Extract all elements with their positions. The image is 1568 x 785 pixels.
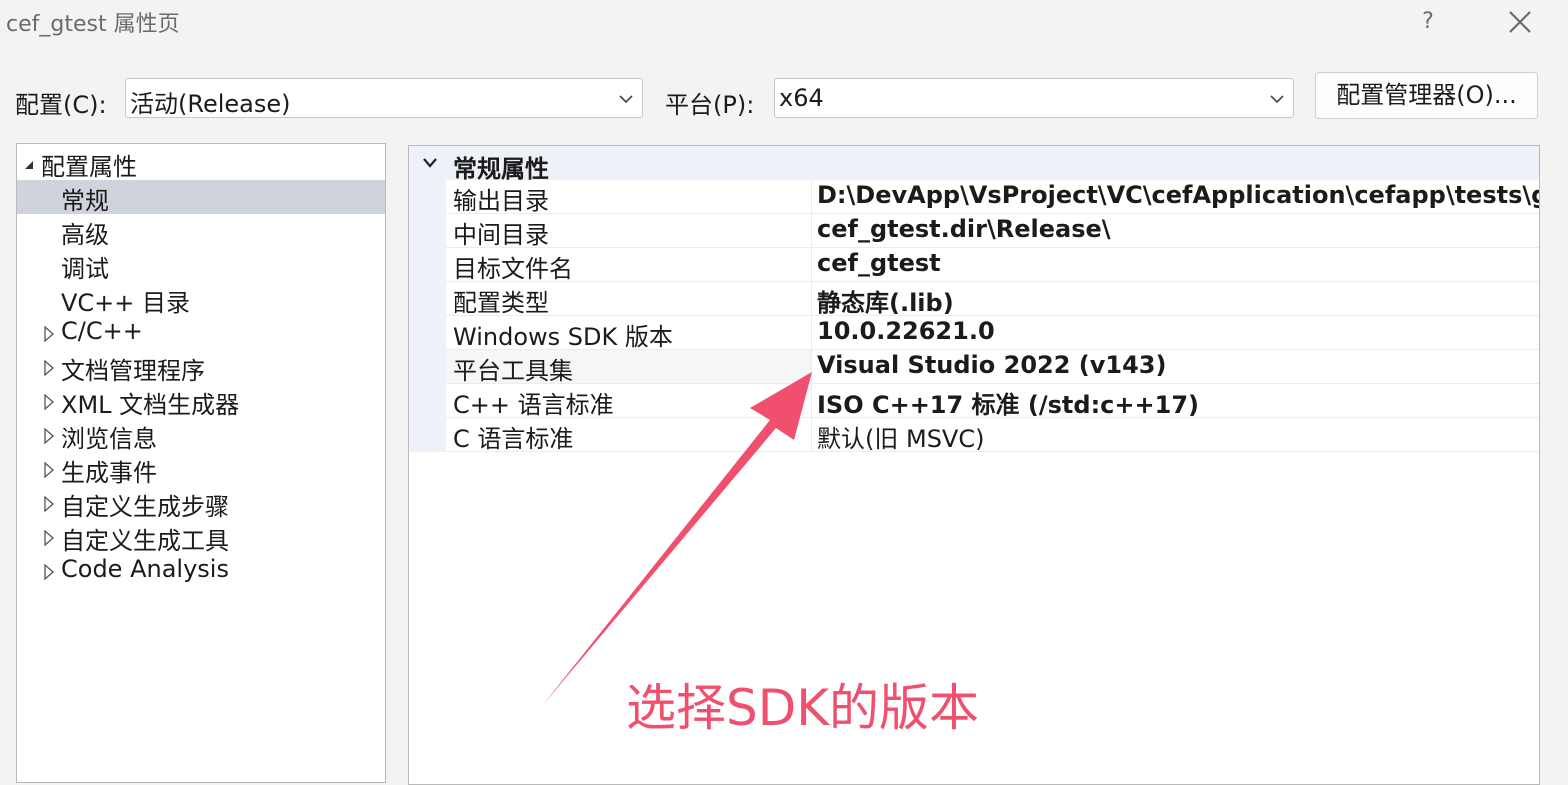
tree-item-browse-info[interactable]: 浏览信息 xyxy=(17,418,385,453)
config-value: 活动(Release) xyxy=(130,90,291,118)
window-title: cef_gtest 属性页 xyxy=(6,12,180,37)
property-name: 平台工具集 xyxy=(453,357,573,385)
chevron-down-icon xyxy=(423,158,437,168)
tree-item-custom-build-tool[interactable]: 自定义生成工具 xyxy=(17,520,385,555)
triangle-right-icon xyxy=(44,564,54,580)
triangle-right-icon xyxy=(44,462,54,478)
property-name-cell: 平台工具集 xyxy=(446,350,812,385)
tree-item-code-analysis[interactable]: Code Analysis xyxy=(17,554,385,588)
config-dropdown[interactable]: 活动(Release) xyxy=(125,78,643,118)
platform-label: 平台(P): xyxy=(665,91,755,119)
tree-item-general[interactable]: 常规 xyxy=(17,180,385,215)
tree-item-label: 自定义生成工具 xyxy=(61,527,229,555)
property-value[interactable]: ISO C++17 标准 (/std:c++17) xyxy=(817,385,1199,420)
property-value[interactable]: 静态库(.lib) xyxy=(817,283,954,318)
chevron-down-icon xyxy=(1270,95,1284,104)
property-name: C++ 语言标准 xyxy=(453,391,614,419)
property-row-windows-sdk-version[interactable]: Windows SDK 版本 10.0.22621.0 xyxy=(446,316,1539,351)
tree-item-xml-doc-generator[interactable]: XML 文档生成器 xyxy=(17,384,385,419)
tree-item-label: 调试 xyxy=(61,255,109,283)
triangle-right-icon xyxy=(44,530,54,546)
property-row-output-dir[interactable]: 输出目录 D:\DevApp\VsProject\VC\cefApplicati… xyxy=(446,180,1539,215)
tree-item-label: 高级 xyxy=(61,221,109,249)
tree-item-label: C/C++ xyxy=(61,317,143,345)
tree-item-build-events[interactable]: 生成事件 xyxy=(17,452,385,487)
property-row-intermediate-dir[interactable]: 中间目录 cef_gtest.dir\Release\ xyxy=(446,214,1539,249)
platform-value: x64 xyxy=(779,84,824,112)
chevron-down-icon xyxy=(619,95,633,104)
property-value[interactable]: 10.0.22621.0 xyxy=(817,317,995,345)
property-name-cell: 目标文件名 xyxy=(446,248,812,283)
tree-item-label: 生成事件 xyxy=(61,459,157,487)
property-name: 目标文件名 xyxy=(453,255,573,283)
tree-item-label: 常规 xyxy=(61,187,109,215)
config-label: 配置(C): xyxy=(15,91,107,119)
property-name-cell: C++ 语言标准 xyxy=(446,384,812,419)
property-name: Windows SDK 版本 xyxy=(453,323,673,351)
property-name-cell: Windows SDK 版本 xyxy=(446,316,812,351)
property-row-platform-toolset[interactable]: 平台工具集 Visual Studio 2022 (v143) xyxy=(446,350,1539,385)
property-name: 输出目录 xyxy=(453,187,549,215)
tree-item-custom-build-step[interactable]: 自定义生成步骤 xyxy=(17,486,385,521)
tree-item-label: 浏览信息 xyxy=(61,425,157,453)
close-icon xyxy=(1509,11,1531,33)
tree-root-label: 配置属性 xyxy=(41,153,137,181)
tree-item-vc-directories[interactable]: VC++ 目录 xyxy=(17,282,385,317)
property-name-cell: 配置类型 xyxy=(446,282,812,317)
property-row-c-language-standard[interactable]: C 语言标准 默认(旧 MSVC) xyxy=(446,418,1539,454)
annotation-text: 选择SDK的版本 xyxy=(626,679,980,737)
triangle-right-icon xyxy=(44,394,54,410)
property-name-cell: 输出目录 xyxy=(446,180,812,215)
property-value[interactable]: Visual Studio 2022 (v143) xyxy=(817,351,1166,379)
tree-item-label: VC++ 目录 xyxy=(61,289,191,317)
property-row-target-name[interactable]: 目标文件名 cef_gtest xyxy=(446,248,1539,283)
tree-item-label: 自定义生成步骤 xyxy=(61,493,229,521)
property-tree: 配置属性 常规 高级 调试 VC++ 目录 C/C++ 文档管理程序 XML 文… xyxy=(16,143,386,783)
triangle-right-icon xyxy=(44,326,54,342)
tree-root-config-properties[interactable]: 配置属性 xyxy=(17,146,385,181)
tree-item-c-cpp[interactable]: C/C++ xyxy=(17,316,385,350)
property-name-cell: 中间目录 xyxy=(446,214,812,249)
property-name-cell: C 语言标准 xyxy=(446,418,812,453)
property-value[interactable]: cef_gtest xyxy=(817,249,941,277)
triangle-right-icon xyxy=(44,428,54,444)
close-button[interactable] xyxy=(1500,4,1540,40)
group-header-label: 常规属性 xyxy=(453,155,549,183)
triangle-right-icon xyxy=(44,360,54,376)
property-row-cpp-language-standard[interactable]: C++ 语言标准 ISO C++17 标准 (/std:c++17) xyxy=(446,384,1539,420)
grid-gutter xyxy=(409,180,446,452)
property-row-config-type[interactable]: 配置类型 静态库(.lib) xyxy=(446,282,1539,318)
tree-item-advanced[interactable]: 高级 xyxy=(17,214,385,249)
property-value[interactable]: cef_gtest.dir\Release\ xyxy=(817,215,1111,243)
group-header-general[interactable]: 常规属性 xyxy=(409,146,1539,183)
help-button[interactable]: ? xyxy=(1410,4,1446,40)
tree-item-debugging[interactable]: 调试 xyxy=(17,248,385,283)
property-name: C 语言标准 xyxy=(453,425,574,453)
platform-dropdown[interactable]: x64 xyxy=(774,78,1294,118)
triangle-down-icon xyxy=(25,161,33,169)
config-manager-button[interactable]: 配置管理器(O)... xyxy=(1315,72,1538,119)
property-value[interactable]: D:\DevApp\VsProject\VC\cefApplication\ce… xyxy=(817,181,1539,209)
tree-item-doc-manager[interactable]: 文档管理程序 xyxy=(17,350,385,385)
property-name: 配置类型 xyxy=(453,289,549,317)
tree-item-label: XML 文档生成器 xyxy=(61,391,240,419)
tree-item-label: Code Analysis xyxy=(61,555,229,583)
triangle-right-icon xyxy=(44,496,54,512)
tree-item-label: 文档管理程序 xyxy=(61,357,205,385)
property-name: 中间目录 xyxy=(453,221,549,249)
property-value[interactable]: 默认(旧 MSVC) xyxy=(817,419,984,454)
